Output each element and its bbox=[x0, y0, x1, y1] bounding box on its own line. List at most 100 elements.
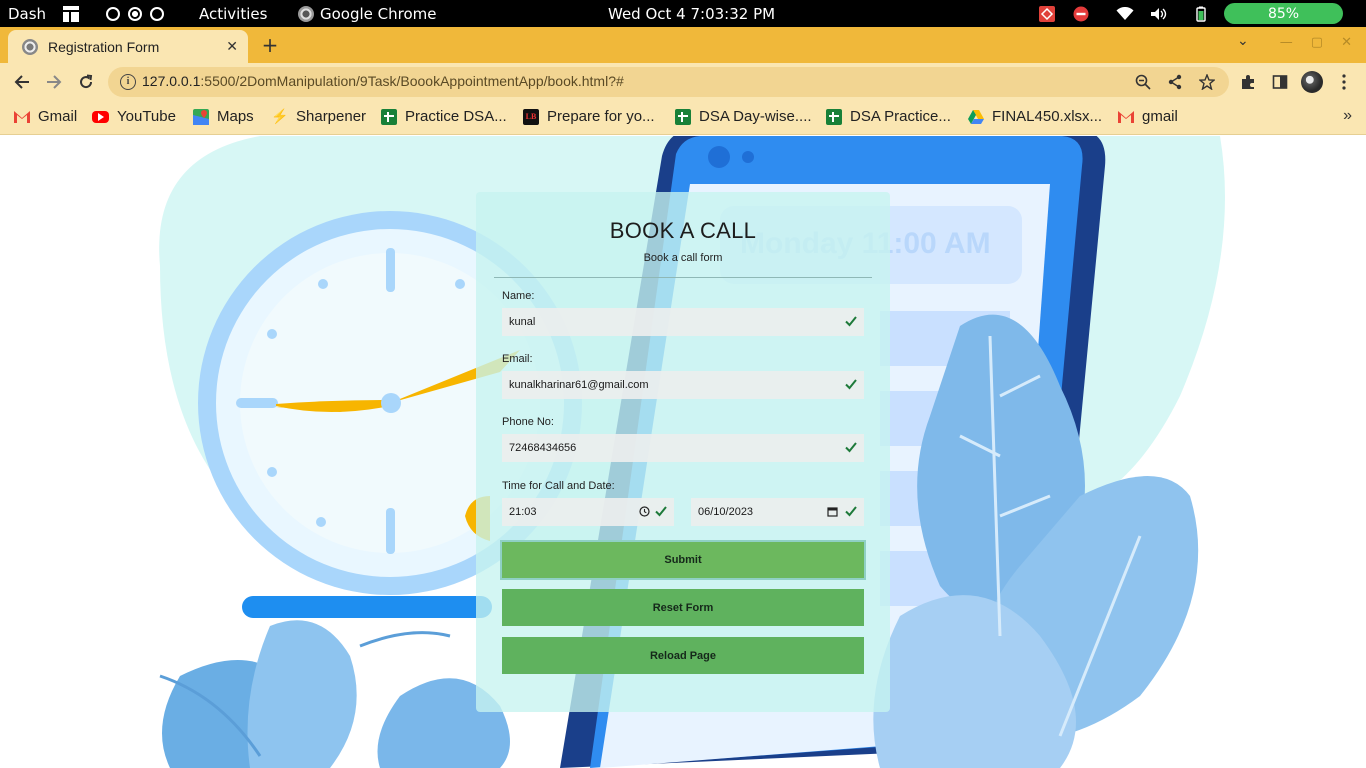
browser-tab[interactable]: Registration Form ✕ bbox=[8, 30, 248, 63]
bookmark-prepare[interactable]: LB Prepare for yo... bbox=[523, 108, 655, 125]
address-bar[interactable]: i 127.0.0.1:5500/2DomManipulation/9Task/… bbox=[108, 67, 1229, 97]
phone-sensor bbox=[742, 151, 754, 163]
workspace-icon[interactable] bbox=[150, 6, 164, 21]
date-value: 06/10/2023 bbox=[698, 506, 754, 518]
battery-icon[interactable] bbox=[1192, 6, 1210, 22]
name-field[interactable]: kunal bbox=[502, 308, 864, 336]
url-path: :5500/2DomManipulation/9Task/BoookAppoin… bbox=[200, 73, 624, 89]
system-tray[interactable] bbox=[1038, 0, 1210, 27]
datetime-label: Time for Call and Date: bbox=[502, 480, 615, 492]
minimize-icon[interactable]: — bbox=[1280, 35, 1293, 50]
volume-icon[interactable] bbox=[1150, 7, 1168, 21]
extensions-icon[interactable] bbox=[1238, 72, 1258, 92]
bookmark-label: Gmail bbox=[38, 108, 78, 125]
zoom-icon[interactable] bbox=[1134, 73, 1152, 91]
site-info-icon[interactable]: i bbox=[120, 74, 136, 90]
bookmark-dsa-practice[interactable]: DSA Practice... bbox=[826, 108, 951, 125]
time-field[interactable]: 21:03 bbox=[502, 498, 674, 526]
more-bookmarks-icon[interactable]: » bbox=[1343, 107, 1352, 125]
sheets-icon bbox=[826, 108, 842, 125]
gmail-icon bbox=[1118, 109, 1134, 125]
bookmark-practice-dsa[interactable]: Practice DSA... bbox=[381, 108, 507, 125]
tab-title: Registration Form bbox=[48, 38, 160, 55]
name-value: kunal bbox=[509, 316, 536, 328]
active-app-menu[interactable]: Google Chrome bbox=[298, 0, 437, 27]
browser-toolbar: i 127.0.0.1:5500/2DomManipulation/9Task/… bbox=[0, 63, 1366, 101]
email-field[interactable]: kunalkharinar61@gmail.com bbox=[502, 371, 864, 399]
reload-icon[interactable] bbox=[76, 72, 96, 92]
tab-favicon-icon bbox=[22, 38, 38, 55]
lb-icon: LB bbox=[523, 108, 539, 125]
bookmark-label: Practice DSA... bbox=[405, 108, 507, 125]
wifi-icon[interactable] bbox=[1116, 6, 1134, 21]
check-icon bbox=[655, 506, 667, 517]
workspace-active-icon[interactable] bbox=[128, 6, 142, 21]
bookmark-label: FINAL450.xlsx... bbox=[992, 108, 1103, 125]
submit-button[interactable]: Submit bbox=[500, 540, 866, 580]
email-value: kunalkharinar61@gmail.com bbox=[509, 379, 649, 391]
youtube-icon bbox=[92, 110, 109, 123]
activities-button[interactable]: Activities bbox=[199, 0, 267, 27]
workspace-indicators[interactable] bbox=[106, 0, 164, 27]
bookmark-youtube[interactable]: YouTube bbox=[92, 108, 176, 125]
back-icon[interactable] bbox=[12, 72, 32, 92]
active-app-name: Google Chrome bbox=[320, 4, 437, 23]
name-label: Name: bbox=[502, 290, 535, 302]
check-icon bbox=[845, 379, 857, 390]
reset-form-button[interactable]: Reset Form bbox=[502, 589, 864, 626]
email-label: Email: bbox=[502, 353, 533, 365]
check-icon bbox=[845, 442, 857, 453]
close-tab-icon[interactable]: ✕ bbox=[226, 38, 238, 55]
sheets-icon bbox=[381, 108, 397, 125]
bookmark-label: DSA Practice... bbox=[850, 108, 951, 125]
bookmark-maps[interactable]: Maps bbox=[193, 108, 254, 125]
tab-strip: Registration Form ✕ + ⌄ — ▢ ✕ bbox=[0, 27, 1366, 63]
reload-page-button[interactable]: Reload Page bbox=[502, 637, 864, 674]
chrome-menu-icon[interactable] bbox=[1334, 72, 1354, 92]
sharpener-icon: ⚡ bbox=[271, 108, 289, 124]
bookmark-gmail[interactable]: Gmail bbox=[14, 108, 77, 125]
form-title: BOOK A CALL bbox=[609, 218, 757, 243]
bookmark-sharpener[interactable]: ⚡ Sharpener bbox=[271, 108, 367, 125]
do-not-disturb-icon[interactable] bbox=[1072, 6, 1090, 21]
bookmarks-bar: Gmail YouTube Maps ⚡ Sharpener Practice … bbox=[0, 101, 1366, 135]
side-panel-icon[interactable] bbox=[1270, 72, 1290, 92]
bookmark-label: DSA Day-wise.... bbox=[699, 108, 812, 125]
window-controls: — ▢ ✕ bbox=[1280, 35, 1352, 50]
forward-icon[interactable] bbox=[44, 72, 64, 92]
phone-camera bbox=[708, 146, 730, 168]
page-content: Monday 11:00 AM bbox=[0, 136, 1366, 768]
form-subtitle: Book a call form bbox=[643, 252, 723, 264]
workspace-icon[interactable] bbox=[106, 6, 120, 21]
bookmark-label: Sharpener bbox=[296, 108, 367, 125]
share-icon[interactable] bbox=[1166, 73, 1184, 91]
form-divider bbox=[494, 277, 872, 278]
calendar-picker-icon[interactable] bbox=[827, 506, 838, 517]
check-icon bbox=[845, 506, 857, 517]
tab-search-icon[interactable]: ⌄ bbox=[1237, 33, 1249, 49]
clock-picker-icon[interactable] bbox=[639, 506, 650, 517]
app-grid-icon[interactable] bbox=[62, 0, 80, 27]
date-field[interactable]: 06/10/2023 bbox=[691, 498, 864, 526]
maps-icon bbox=[193, 108, 209, 125]
battery-percentage[interactable]: 85% bbox=[1224, 3, 1343, 24]
chrome-icon bbox=[298, 5, 314, 22]
gmail-icon bbox=[14, 109, 30, 125]
phone-field[interactable]: 72468434656 bbox=[502, 434, 864, 462]
bookmark-dsa-day-wise[interactable]: DSA Day-wise.... bbox=[675, 108, 812, 125]
profile-avatar[interactable] bbox=[1301, 71, 1323, 93]
dash-label[interactable]: Dash bbox=[8, 0, 46, 27]
bookmark-final450[interactable]: FINAL450.xlsx... bbox=[968, 108, 1102, 125]
clock[interactable]: Wed Oct 4 7:03:32 PM bbox=[608, 0, 775, 27]
new-tab-icon[interactable]: + bbox=[260, 33, 280, 57]
bookmark-label: YouTube bbox=[117, 108, 176, 125]
url-text[interactable]: 127.0.0.1:5500/2DomManipulation/9Task/Bo… bbox=[142, 73, 624, 89]
close-window-icon[interactable]: ✕ bbox=[1341, 35, 1352, 50]
bookmark-label: Prepare for yo... bbox=[547, 108, 655, 125]
maximize-icon[interactable]: ▢ bbox=[1311, 35, 1323, 50]
drive-icon bbox=[968, 109, 984, 125]
bookmark-star-icon[interactable] bbox=[1198, 73, 1216, 91]
anydesk-icon[interactable] bbox=[1038, 5, 1056, 22]
bookmark-gmail-2[interactable]: gmail bbox=[1118, 108, 1178, 125]
os-top-bar: Dash Activities Google Chrome Wed Oct 4 … bbox=[0, 0, 1366, 27]
